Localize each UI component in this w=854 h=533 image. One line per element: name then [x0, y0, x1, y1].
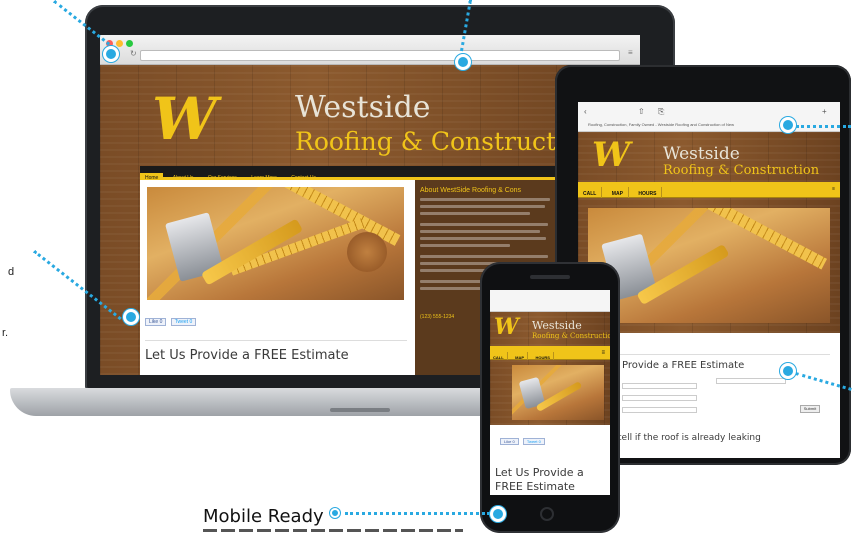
brand-tagline: Roofing & Construct [295, 127, 557, 156]
callout-dot-mobile [330, 508, 340, 518]
mobile-ready-label: Mobile Ready [203, 506, 324, 527]
about-text-line [420, 223, 548, 226]
menu-icon[interactable]: ≡ [827, 182, 840, 196]
about-text-line [420, 198, 550, 201]
callout-dot-phone [490, 506, 506, 522]
wood-knot-graphic [347, 232, 387, 272]
add-tab-icon[interactable]: + [822, 107, 827, 116]
callout-dot-browser [103, 46, 119, 62]
phone-estimate-line1: Let Us Provide a [495, 466, 584, 479]
minimize-window-button[interactable] [116, 40, 123, 47]
brand-name: Westside [532, 319, 582, 332]
mobile-ready-subtext-cropped [203, 528, 463, 533]
like-count: 0 [512, 439, 515, 444]
bookmarks-icon[interactable]: ⎘ [658, 107, 664, 117]
phone-speaker [530, 275, 570, 279]
callout-dot-social [123, 309, 139, 325]
brand-name: Westside [295, 90, 431, 125]
about-text-line [420, 244, 510, 247]
social-buttons: Like 0 Tweet 0 [145, 318, 199, 326]
tablet-hero-image [588, 208, 830, 323]
phone-call-bar: CALL MAP HOURS ≡ [490, 346, 610, 363]
main-nav: Home About Us Our Services Learn More Co… [140, 166, 560, 183]
about-text-line [420, 237, 546, 240]
phone-home-button[interactable] [540, 507, 554, 521]
tweet-count: 0 [189, 319, 193, 325]
tablet-leak-text: tell if the roof is already leaking [618, 433, 761, 443]
browser-toolbar: ‹ ↻ ≡ [100, 35, 640, 65]
phone-screen: W Westside Roofing & Construction CALL M… [490, 290, 610, 495]
submit-button[interactable]: Submit [800, 405, 820, 413]
tablet-call-bar: CALL MAP HOURS ≡ [578, 182, 840, 201]
like-count: 0 [159, 319, 163, 325]
brand-name: Westside [663, 144, 740, 164]
like-label: Like [149, 319, 159, 325]
email-field[interactable] [716, 378, 786, 384]
callout-dot-tablet-form [780, 363, 796, 379]
share-icon[interactable]: ⇧ [638, 107, 645, 116]
menu-icon[interactable]: ≡ [628, 48, 633, 57]
about-text-line [420, 255, 548, 258]
tweet-count: 0 [538, 439, 541, 444]
facebook-like-button[interactable]: Like 0 [500, 438, 519, 445]
tweet-button[interactable]: Tweet 0 [522, 438, 545, 445]
tweet-label: Tweet [526, 439, 538, 444]
laptop-hinge-notch [330, 408, 390, 412]
side-text-fragment: d [8, 266, 15, 278]
maximize-window-button[interactable] [126, 40, 133, 47]
callout-leader-line [345, 512, 490, 515]
phone-browser-bar [490, 290, 610, 312]
address-bar[interactable] [140, 50, 620, 61]
address-field[interactable] [622, 407, 697, 413]
westside-logo: W [494, 314, 519, 340]
responsive-mockup-stage: d r. ‹ ↻ ≡ W Westside Roofing & Construc… [0, 0, 854, 533]
westside-logo: W [592, 135, 630, 175]
reload-icon[interactable]: ↻ [130, 49, 137, 58]
back-icon[interactable]: ‹ [584, 107, 587, 116]
tweet-label: Tweet [174, 319, 189, 325]
about-text-line [420, 212, 530, 215]
callout-dot-tablet-toolbar [780, 117, 796, 133]
side-text-fragment: r. [2, 327, 9, 339]
callout-dot-address-bar [455, 54, 471, 70]
estimate-heading: Let Us Provide a FREE Estimate [145, 348, 349, 363]
like-label: Like [504, 439, 512, 444]
hero-image-hammer [147, 187, 404, 300]
brand-tagline: Roofing & Construction [663, 163, 820, 178]
menu-icon[interactable]: ≡ [596, 346, 610, 360]
about-text-line [420, 205, 545, 208]
tweet-button[interactable]: Tweet 0 [170, 318, 197, 326]
phone-estimate-line2: FREE Estimate [495, 480, 575, 493]
phone-field[interactable] [622, 395, 697, 401]
facebook-like-button[interactable]: Like 0 [145, 318, 167, 326]
brand-tagline: Roofing & Construction [532, 332, 610, 340]
callout-leader-line [796, 125, 851, 128]
about-text-line [420, 230, 540, 233]
estimate-divider [145, 340, 407, 341]
tablet-estimate-heading: Provide a FREE Estimate [622, 360, 745, 371]
westside-logo: W [152, 85, 217, 153]
tablet-estimate-divider [588, 354, 830, 355]
name-field[interactable] [622, 383, 697, 389]
phone-hero-image [512, 365, 604, 420]
phone-social-buttons: Like 0 Tweet 0 [500, 438, 548, 445]
